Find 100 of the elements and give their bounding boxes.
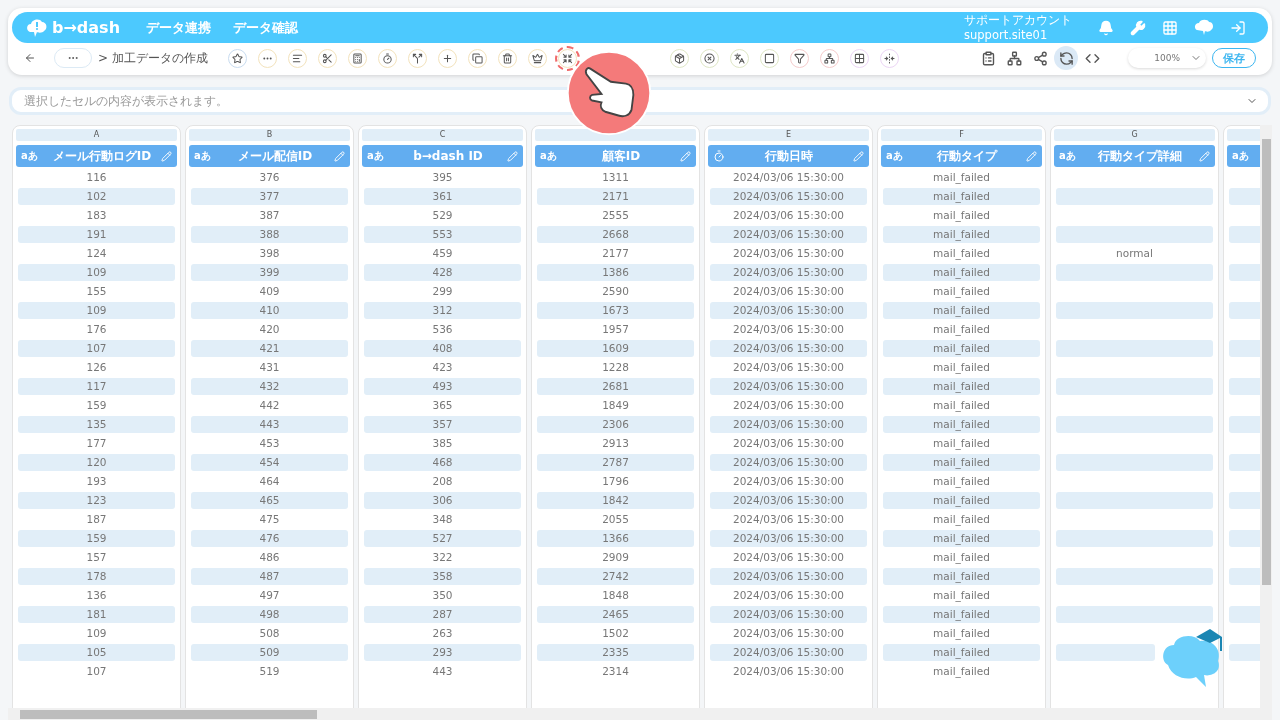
table-cell[interactable]: 398 — [191, 245, 348, 262]
table-cell[interactable]: 2024/03/06 15:30:00 — [710, 587, 867, 604]
table-cell[interactable]: 1849 — [537, 397, 694, 414]
table-cell[interactable]: 2909 — [537, 549, 694, 566]
table-cell[interactable]: 107 — [18, 663, 175, 680]
table-cell[interactable]: 1796 — [537, 473, 694, 490]
table-cell[interactable]: mail_failed — [883, 644, 1040, 661]
table-cell[interactable]: mail_failed — [883, 663, 1040, 680]
table-cell[interactable]: 2024/03/06 15:30:00 — [710, 530, 867, 547]
table-cell[interactable]: 388 — [191, 226, 348, 243]
table-cell[interactable]: 1311 — [537, 169, 694, 186]
table-cell[interactable]: 527 — [364, 530, 521, 547]
table-cell[interactable]: 123 — [18, 492, 175, 509]
table-cell[interactable]: 2024/03/06 15:30:00 — [710, 473, 867, 490]
table-cell[interactable]: 2024/03/06 15:30:00 — [710, 416, 867, 433]
table-cell[interactable]: 287 — [364, 606, 521, 623]
table-cell[interactable]: 2465 — [537, 606, 694, 623]
toolbar-button[interactable] — [1054, 46, 1078, 70]
table-cell[interactable]: 124 — [18, 245, 175, 262]
table-cell[interactable]: 109 — [18, 625, 175, 642]
table-cell[interactable]: 357 — [364, 416, 521, 433]
cell-content-field[interactable]: 選択したセルの内容が表示されます。 — [9, 87, 1271, 115]
table-cell[interactable]: mail_failed — [883, 378, 1040, 395]
table-cell[interactable]: 2024/03/06 15:30:00 — [710, 663, 867, 680]
table-cell[interactable]: mail_failed — [883, 188, 1040, 205]
table-cell[interactable]: 454 — [191, 454, 348, 471]
table-cell[interactable]: 2590 — [537, 283, 694, 300]
logout-icon[interactable] — [1230, 19, 1246, 36]
table-cell[interactable]: 157 — [18, 549, 175, 566]
tool-button[interactable] — [669, 48, 689, 68]
tool-button[interactable] — [527, 48, 547, 68]
table-cell[interactable]: mail_failed — [883, 454, 1040, 471]
table-cell[interactable]: mail_failed — [883, 302, 1040, 319]
notification-icon[interactable] — [1098, 19, 1114, 36]
column-header[interactable]: aあ メール配信ID — [189, 145, 350, 167]
empty-cell[interactable] — [1056, 606, 1213, 623]
tool-button[interactable] — [287, 48, 307, 68]
table-cell[interactable]: 2024/03/06 15:30:00 — [710, 511, 867, 528]
table-cell[interactable]: 293 — [364, 644, 521, 661]
table-cell[interactable]: 468 — [364, 454, 521, 471]
table-cell[interactable]: 1228 — [537, 359, 694, 376]
table-cell[interactable]: mail_failed — [883, 340, 1040, 357]
table-cell[interactable]: 178 — [18, 568, 175, 585]
table-cell[interactable]: 443 — [191, 416, 348, 433]
table-cell[interactable]: 1957 — [537, 321, 694, 338]
back-icon[interactable] — [24, 52, 36, 64]
table-cell[interactable]: mail_failed — [883, 473, 1040, 490]
table-cell[interactable]: 1673 — [537, 302, 694, 319]
breadcrumb-button[interactable] — [54, 48, 92, 68]
table-cell[interactable]: 2024/03/06 15:30:00 — [710, 359, 867, 376]
table-cell[interactable]: 459 — [364, 245, 521, 262]
table-cell[interactable]: 421 — [191, 340, 348, 357]
table-cell[interactable]: 208 — [364, 473, 521, 490]
table-cell[interactable]: 508 — [191, 625, 348, 642]
empty-cell[interactable] — [1056, 492, 1213, 509]
column-header[interactable]: aあ 行動タイプ詳細 — [1054, 145, 1215, 167]
table-cell[interactable]: mail_failed — [883, 226, 1040, 243]
table-cell[interactable]: 312 — [364, 302, 521, 319]
table-cell[interactable]: 493 — [364, 378, 521, 395]
table-cell[interactable]: 509 — [191, 644, 348, 661]
tool-button[interactable] — [699, 48, 719, 68]
tool-button[interactable] — [347, 48, 367, 68]
table-cell[interactable]: mail_failed — [883, 245, 1040, 262]
table-cell[interactable]: 529 — [364, 207, 521, 224]
column-header[interactable]: aあ b→dash ID — [362, 145, 523, 167]
table-cell[interactable]: 2742 — [537, 568, 694, 585]
table-cell[interactable]: 443 — [364, 663, 521, 680]
table-cell[interactable]: 2024/03/06 15:30:00 — [710, 245, 867, 262]
table-cell[interactable]: 2913 — [537, 435, 694, 452]
table-cell[interactable]: 2024/03/06 15:30:00 — [710, 606, 867, 623]
column-header[interactable]: aあ — [1227, 145, 1260, 167]
table-cell[interactable]: 2024/03/06 15:30:00 — [710, 435, 867, 452]
table-cell[interactable]: 2171 — [537, 188, 694, 205]
table-cell[interactable]: 117 — [18, 378, 175, 395]
table-cell[interactable]: 2668 — [537, 226, 694, 243]
table-cell[interactable]: 553 — [364, 226, 521, 243]
table-cell[interactable]: 365 — [364, 397, 521, 414]
edit-icon[interactable] — [334, 150, 345, 162]
table-cell[interactable]: 453 — [191, 435, 348, 452]
edit-icon[interactable] — [680, 150, 691, 162]
table-cell[interactable]: 1609 — [537, 340, 694, 357]
table-cell[interactable]: 497 — [191, 587, 348, 604]
table-cell[interactable]: 2787 — [537, 454, 694, 471]
table-cell[interactable]: 2024/03/06 15:30:00 — [710, 207, 867, 224]
table-cell[interactable]: mail_failed — [883, 207, 1040, 224]
table-cell[interactable]: 306 — [364, 492, 521, 509]
apps-icon[interactable] — [1162, 19, 1178, 36]
column-header[interactable]: 行動日時 — [708, 145, 869, 167]
table-cell[interactable]: 191 — [18, 226, 175, 243]
cloud-icon[interactable] — [1194, 19, 1214, 36]
table-cell[interactable]: mail_failed — [883, 169, 1040, 186]
table-cell[interactable]: 107 — [18, 340, 175, 357]
table-cell[interactable]: 193 — [18, 473, 175, 490]
table-cell[interactable]: 2024/03/06 15:30:00 — [710, 549, 867, 566]
table-cell[interactable]: 2177 — [537, 245, 694, 262]
table-cell[interactable]: 465 — [191, 492, 348, 509]
table-cell[interactable]: 2024/03/06 15:30:00 — [710, 283, 867, 300]
table-cell[interactable]: 2024/03/06 15:30:00 — [710, 378, 867, 395]
empty-cell[interactable] — [1056, 264, 1213, 281]
table-cell[interactable]: mail_failed — [883, 416, 1040, 433]
